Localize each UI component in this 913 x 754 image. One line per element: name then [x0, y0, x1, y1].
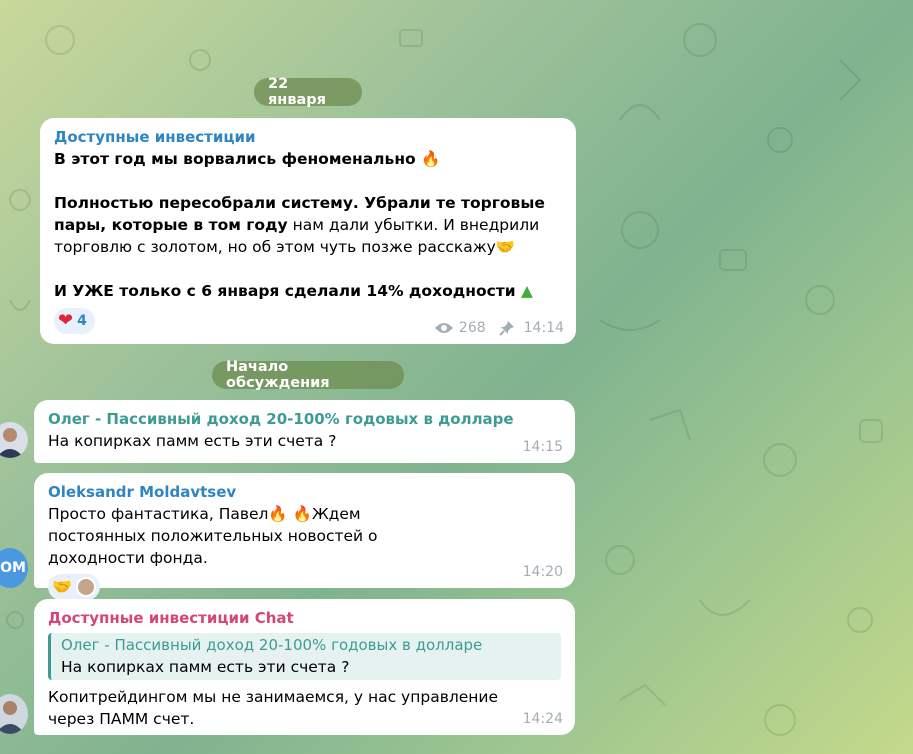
message-author[interactable]: Oleksandr Moldavtsev — [48, 481, 561, 503]
handshake-icon: 🤝 — [495, 238, 516, 256]
fire-icon: 🔥 — [292, 505, 312, 523]
reaction-heart[interactable]: ❤ 4 — [54, 308, 95, 334]
message-meta: 14:20 — [523, 561, 563, 583]
handshake-icon: 🤝 — [52, 577, 72, 596]
reply-quote[interactable]: Олег - Пассивный доход 20-100% годовых в… — [48, 633, 561, 680]
eye-icon — [434, 323, 453, 333]
pin-icon — [498, 321, 514, 336]
date-divider: 22 января — [254, 76, 362, 108]
message-chat[interactable]: Доступные инвестиции Chat Олег - Пассивн… — [34, 599, 575, 735]
message-time: 14:15 — [522, 439, 563, 455]
post-paragraph3: И УЖЕ только с 6 января сделали 14% дохо… — [54, 282, 533, 300]
post-meta: 268 14:14 — [434, 317, 564, 339]
discussion-divider: Начало обсуждения — [212, 359, 404, 391]
post-line1: В этот год мы ворвались феноменально 🔥 — [54, 150, 441, 168]
message-meta: 14:24 — [523, 708, 563, 730]
heart-icon: ❤ — [58, 310, 74, 331]
reaction-handshake[interactable]: 🤝 — [48, 574, 100, 600]
message-meta: 14:15 — [523, 436, 563, 458]
message-time: 14:24 — [522, 711, 563, 727]
avatar-oleg[interactable] — [0, 422, 28, 458]
message-oleksandr[interactable]: Oleksandr Moldavtsev Просто фантастика, … — [34, 473, 575, 600]
avatar-chat[interactable] — [0, 694, 28, 734]
view-count: 268 — [458, 320, 486, 336]
message-text: Просто фантастика, Павел🔥 🔥Ждем постоянн… — [48, 505, 378, 567]
message-text: Копитрейдингом мы не занимаемся, у нас у… — [48, 688, 499, 728]
message-author[interactable]: Доступные инвестиции Chat — [48, 607, 561, 629]
post-paragraph2: Полностью пересобрали систему. Убрали те… — [54, 194, 545, 256]
reactor-avatar — [75, 577, 96, 597]
message-author[interactable]: Олег - Пассивный доход 20-100% годовых в… — [48, 408, 561, 430]
reply-author: Олег - Пассивный доход 20-100% годовых в… — [61, 636, 483, 654]
post-time: 14:14 — [523, 320, 564, 336]
post-author[interactable]: Доступные инвестиции — [54, 126, 562, 148]
message-time: 14:20 — [522, 564, 563, 580]
message-text: На копирках памм есть эти счета ? — [48, 432, 337, 450]
fire-icon: 🔥 — [421, 150, 441, 168]
channel-post[interactable]: Доступные инвестиции В этот год мы ворва… — [40, 118, 576, 344]
reaction-count: 4 — [77, 313, 87, 329]
reply-text: На копирках памм есть эти счета ? — [61, 658, 350, 676]
fire-icon: 🔥 — [268, 505, 288, 523]
message-oleg[interactable]: Олег - Пассивный доход 20-100% годовых в… — [34, 400, 575, 463]
christmas-tree-icon: ▲ — [521, 282, 533, 300]
avatar-om[interactable]: OM — [0, 548, 28, 588]
